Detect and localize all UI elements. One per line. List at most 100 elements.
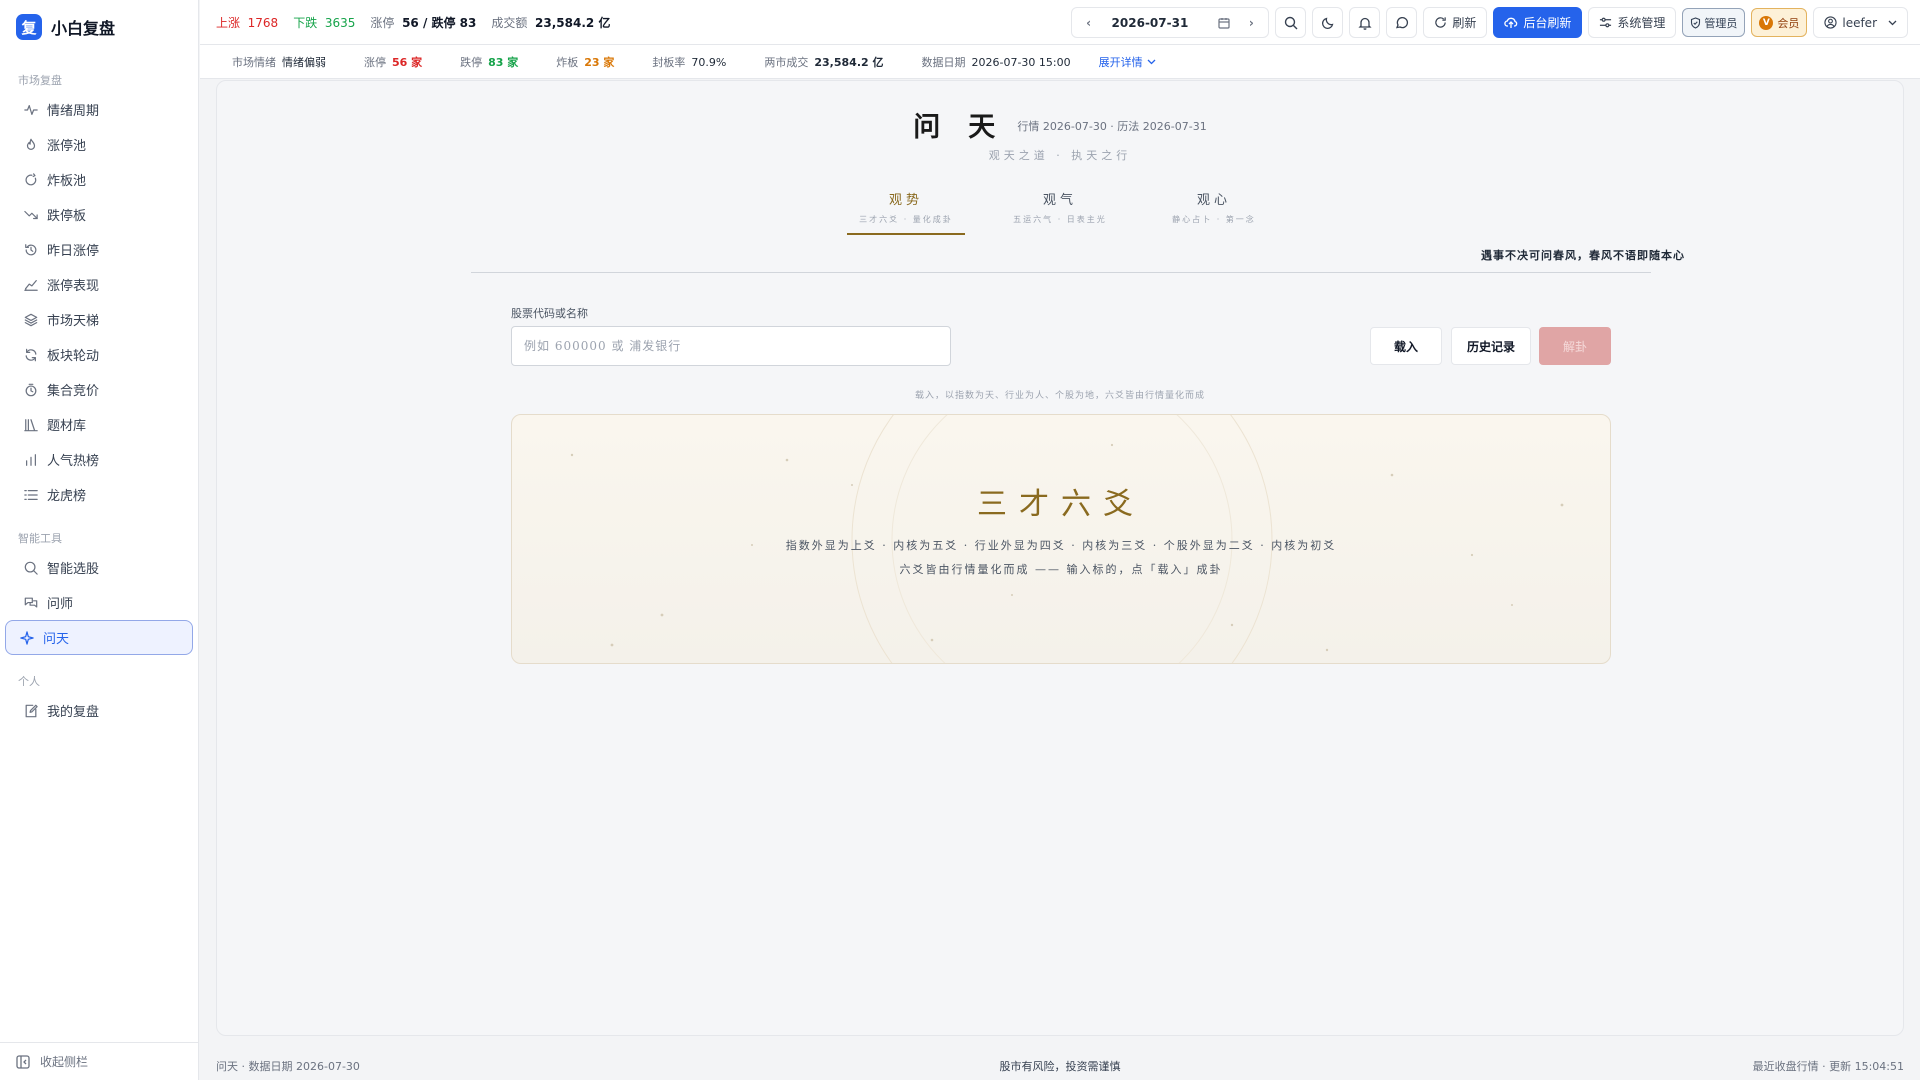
mood-value: 情绪偏弱 xyxy=(282,55,326,69)
theme-toggle-button[interactable] xyxy=(1312,7,1344,38)
timer-icon xyxy=(23,382,39,398)
up-count: 1768 xyxy=(247,15,279,30)
load-button[interactable]: 载入 xyxy=(1370,327,1442,365)
sidebar-item-label: 涨停表现 xyxy=(47,279,100,294)
rotate-icon xyxy=(23,347,39,363)
vip-icon: V xyxy=(1759,15,1774,30)
search-icon xyxy=(1284,16,1298,30)
sparkle-icon xyxy=(19,630,35,646)
sidebar-item-label: 涨停池 xyxy=(47,139,87,154)
sidebar-item[interactable]: 昨日涨停 xyxy=(5,232,193,267)
stock-field-label: 股票代码或名称 xyxy=(511,307,588,320)
expand-details-button[interactable]: 展开详情 xyxy=(1099,54,1156,70)
system-settings-button[interactable]: 系统管理 xyxy=(1588,7,1677,38)
search-button[interactable] xyxy=(1275,7,1307,38)
divider xyxy=(471,272,1651,273)
sidebar-item-label: 我的复盘 xyxy=(47,705,100,720)
quote-text: 遇事不决可问春风，春风不语即随本心 xyxy=(1481,249,1685,262)
prev-date-icon[interactable]: ‹ xyxy=(1082,16,1096,30)
sidebar-item[interactable]: 板块轮动 xyxy=(5,337,193,372)
sidebar-item[interactable]: 智能选股 xyxy=(5,550,193,585)
sidebar-item[interactable]: 集合竞价 xyxy=(5,372,193,407)
history-icon xyxy=(23,242,39,258)
sidebar-item-label: 问天 xyxy=(43,632,70,647)
moon-icon xyxy=(1321,16,1335,30)
sidebar-nav: 市场复盘情绪周期涨停池炸板池跌停板昨日涨停涨停表现市场天梯板块轮动集合竞价 题材库… xyxy=(0,70,198,728)
limit-down-value: 83 家 xyxy=(488,55,519,69)
sidebar-item[interactable]: 问天 xyxy=(5,620,193,655)
topbar-actions: ‹ 2026-07-31 › 刷新 后台刷新 系统管理 管理员 V 会员 lee… xyxy=(1070,7,1908,38)
next-date-icon[interactable]: › xyxy=(1244,16,1258,30)
sidebar-item[interactable]: 我的复盘 xyxy=(5,693,193,728)
mode-tab-label: 观势 xyxy=(888,193,923,208)
seal-rate-label: 封板率 xyxy=(652,55,686,69)
limit-up-label: 涨停 xyxy=(364,55,386,69)
solve-hexagram-button[interactable]: 解卦 xyxy=(1539,327,1611,365)
chevron-down-icon xyxy=(1147,59,1156,65)
sidebar-item[interactable]: 炸板池 xyxy=(5,162,193,197)
down-label: 下跌 xyxy=(293,15,318,30)
sidebar-item[interactable]: 情绪周期 xyxy=(5,92,193,127)
trend-down-icon xyxy=(23,207,39,223)
sidebar-item[interactable]: 题材库 xyxy=(5,407,193,442)
edit-icon xyxy=(23,703,39,719)
topbar: 上涨 1768 下跌 3635 涨停 56 / 跌停 83 成交额 23,584… xyxy=(200,0,1920,45)
chat-bubble-icon xyxy=(1395,16,1409,30)
search-icon xyxy=(23,560,39,576)
sidebar-item-label: 人气热榜 xyxy=(47,454,100,469)
layers-icon xyxy=(23,312,39,328)
seal-rate-value: 70.9% xyxy=(691,55,727,69)
sidebar-item[interactable]: 问师 xyxy=(5,585,193,620)
market-stats: 上涨 1768 下跌 3635 涨停 56 / 跌停 83 成交额 23,584… xyxy=(200,14,625,31)
refresh-icon xyxy=(1434,16,1447,29)
panel-description-1: 指数外显为上爻 · 内核为五爻 · 行业外显为四爻 · 内核为三爻 · 个股外显… xyxy=(785,539,1337,552)
sidebar-item[interactable]: 涨停池 xyxy=(5,127,193,162)
collapse-sidebar-button[interactable]: 收起侧栏 xyxy=(0,1042,198,1080)
burst-icon xyxy=(23,172,39,188)
mode-tab-subtitle: 三才六爻 · 量化成卦 xyxy=(859,215,953,224)
burst-label: 炸板 xyxy=(556,55,579,69)
date-picker[interactable]: ‹ 2026-07-31 › xyxy=(1070,7,1270,38)
turnover-value: 23,584.2 亿 xyxy=(814,55,884,69)
sidebar-item-label: 昨日涨停 xyxy=(47,244,100,259)
up-label: 上涨 xyxy=(216,15,241,30)
calendar-icon[interactable] xyxy=(1218,17,1230,29)
admin-badge[interactable]: 管理员 xyxy=(1682,8,1746,37)
sidebar-item-label: 炸板池 xyxy=(47,174,87,189)
notifications-button[interactable] xyxy=(1349,7,1381,38)
user-menu-button[interactable]: leefer xyxy=(1813,7,1908,38)
user-circle-icon xyxy=(1824,16,1837,29)
refresh-button[interactable]: 刷新 xyxy=(1423,7,1488,38)
sidebar-collapse-icon xyxy=(16,1054,30,1069)
page-header: 问天 行情 2026-07-30 · 历法 2026-07-31 xyxy=(217,105,1903,144)
page-motto: 观天之道 · 执天之行 xyxy=(988,149,1132,162)
sidebar-item-label: 板块轮动 xyxy=(47,349,100,364)
date-value: 2026-07-31 xyxy=(1111,15,1189,30)
vip-badge[interactable]: V 会员 xyxy=(1751,8,1808,37)
sidebar-item[interactable]: 龙虎榜 xyxy=(5,477,193,512)
expand-details-label: 展开详情 xyxy=(1098,55,1143,69)
sidebar-item[interactable]: 跌停板 xyxy=(5,197,193,232)
mode-tab[interactable]: 观势三才六爻 · 量化成卦 xyxy=(847,189,965,235)
volume-value: 23,584.2 亿 xyxy=(535,15,611,30)
messages-button[interactable] xyxy=(1386,7,1418,38)
sidebar-item[interactable]: 人气热榜 xyxy=(5,442,193,477)
brand[interactable]: 复 小白复盘 xyxy=(0,0,198,54)
sidebar-item[interactable]: 市场天梯 xyxy=(5,302,193,337)
collapse-label: 收起侧栏 xyxy=(40,1055,89,1069)
cloud-upload-icon xyxy=(1504,16,1518,29)
history-button[interactable]: 历史记录 xyxy=(1451,327,1531,365)
sidebar-item-label: 跌停板 xyxy=(47,209,87,224)
page-title: 问天 xyxy=(913,112,1024,143)
nav-group-label: 市场复盘 xyxy=(18,74,62,87)
data-date-label: 数据日期 xyxy=(921,55,966,69)
mode-tab-subtitle: 五运六气 · 日表主光 xyxy=(1013,215,1107,224)
background-refresh-button[interactable]: 后台刷新 xyxy=(1493,7,1583,38)
chevron-down-icon xyxy=(1888,20,1897,26)
stock-search-input[interactable] xyxy=(511,326,951,366)
load-hint: 载入，以指数为天、行业为人、个股为地，六爻皆由行情量化而成 xyxy=(914,391,1205,401)
sidebar-item[interactable]: 涨停表现 xyxy=(5,267,193,302)
mode-tab[interactable]: 观心 静心占卜 · 第一念 xyxy=(1155,189,1273,235)
mode-tab[interactable]: 观气 五运六气 · 日表主光 xyxy=(1001,189,1119,235)
refresh-label: 刷新 xyxy=(1452,16,1477,30)
